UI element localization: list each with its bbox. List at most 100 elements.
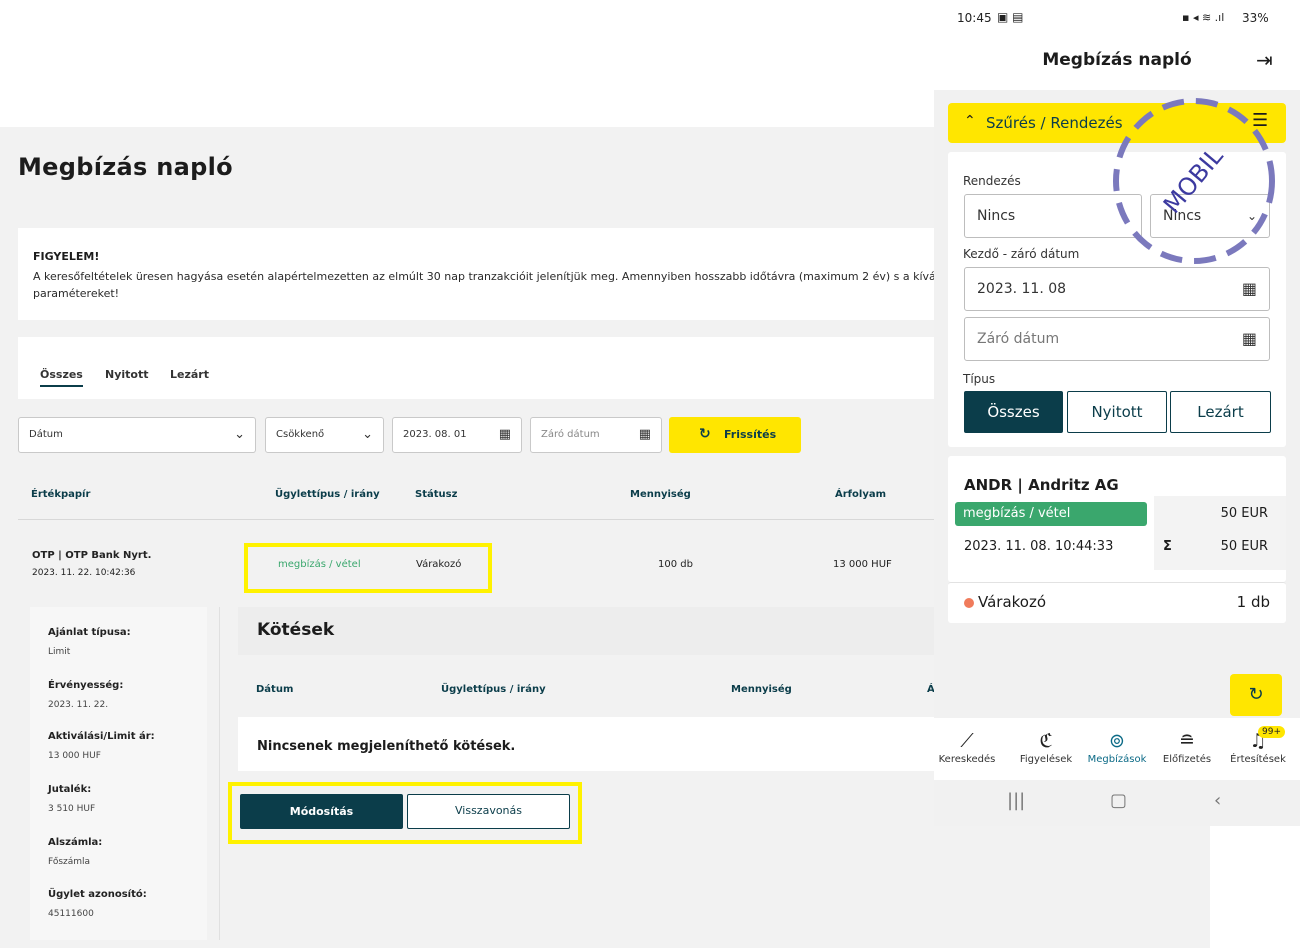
start-date-value: 2023. 08. 01 xyxy=(403,429,467,440)
divider xyxy=(219,607,220,940)
mobile-page-title: Megbízás napló xyxy=(1042,50,1192,70)
orders-icon: ⊚ xyxy=(1109,730,1125,752)
calendar-icon: ▦ xyxy=(1241,329,1257,348)
refresh-fab[interactable]: ↻ xyxy=(1230,674,1282,716)
sigma-symbol: Σ xyxy=(1163,539,1172,554)
tab-osszes[interactable]: Összes xyxy=(40,368,83,387)
mobile-end-date[interactable]: Záró dátum ▦ xyxy=(964,317,1270,361)
nav-elofizetes[interactable]: ≘ Előfizetés xyxy=(1151,728,1223,765)
end-date-placeholder: Záró dátum xyxy=(541,429,600,440)
app-header: Megbízás napló ⇥ xyxy=(934,36,1300,90)
notification-badge: 99+ xyxy=(1258,726,1285,738)
end-date-field[interactable]: Záró dátum ▦ xyxy=(530,417,662,453)
recent-apps-icon[interactable]: ||| xyxy=(1007,790,1025,811)
start-date-field[interactable]: 2023. 08. 01 ▦ xyxy=(392,417,522,453)
order-quantity: 1 db xyxy=(1236,593,1270,611)
tab-nyitott[interactable]: Nyitott xyxy=(105,368,148,381)
refresh-button[interactable]: ↻ Frissítés xyxy=(669,417,801,453)
mobil-stamp: MOBIL xyxy=(1113,98,1275,264)
detail-value: Limit xyxy=(48,647,71,657)
row-security: OTP | OTP Bank Nyrt. xyxy=(32,550,152,561)
sort-order-select[interactable]: Csökkenő ⌄ xyxy=(265,417,384,453)
nav-kereskedes[interactable]: ⟋ Kereskedés xyxy=(934,728,1003,765)
mobile-end-date-placeholder: Záró dátum xyxy=(977,331,1060,347)
detail-label: Ügylet azonosító: xyxy=(48,889,147,900)
detail-label: Aktiválási/Limit ár: xyxy=(48,731,155,742)
sort-field-value: Dátum xyxy=(29,429,63,440)
order-type-badge: megbízás / vétel xyxy=(955,502,1147,526)
col-header-type[interactable]: Ügylettípus / irány xyxy=(275,489,380,500)
trades-col-date: Dátum xyxy=(256,684,294,695)
mobile-start-date-value: 2023. 11. 08 xyxy=(977,281,1067,297)
refresh-icon: ↻ xyxy=(699,426,711,442)
col-header-security[interactable]: Értékpapír xyxy=(31,489,90,500)
detail-value: 3 510 HUF xyxy=(48,804,96,814)
detail-value: 2023. 11. 22. xyxy=(48,700,109,710)
detail-label: Ajánlat típusa: xyxy=(48,627,131,638)
segment-osszes[interactable]: Összes xyxy=(964,391,1063,433)
calendar-icon: ▦ xyxy=(1241,279,1257,298)
segment-nyitott[interactable]: Nyitott xyxy=(1067,391,1167,433)
order-name: ANDR | Andritz AG xyxy=(964,476,1119,494)
detail-value: Főszámla xyxy=(48,857,91,867)
highlight-box xyxy=(228,782,582,844)
order-status: Várakozó xyxy=(978,593,1047,611)
notice-text: A keresőfeltételek üresen hagyása esetén… xyxy=(33,270,948,300)
type-label: Típus xyxy=(963,372,996,386)
stamp-text: MOBIL xyxy=(1158,142,1229,219)
filter-label: Szűrés / Rendezés xyxy=(986,114,1123,132)
notice-title: FIGYELEM! xyxy=(33,250,100,263)
nav-label: Előfizetés xyxy=(1162,754,1212,765)
tab-lezart[interactable]: Lezárt xyxy=(170,368,209,381)
trades-col-type: Ügylettípus / irány xyxy=(441,684,546,695)
status-time: 10:45 xyxy=(957,11,992,25)
detail-value: 13 000 HUF xyxy=(48,751,101,761)
mobile-start-date[interactable]: 2023. 11. 08 ▦ xyxy=(964,267,1270,311)
nav-figyelesek[interactable]: ℭ Figyelések xyxy=(1010,728,1082,765)
nav-label: Figyelések xyxy=(1019,754,1073,765)
highlight-box xyxy=(244,543,492,593)
mobile-window: 10:45 ▣ ▤ ▪ ◂ ≋ .ıl 33% Megbízás napló ⇥… xyxy=(934,0,1300,826)
order-amount: 50 EUR xyxy=(1220,506,1268,521)
order-total: 50 EUR xyxy=(1220,539,1268,554)
order-timestamp: 2023. 11. 08. 10:44:33 xyxy=(964,539,1114,554)
status-bar: 10:45 ▣ ▤ ▪ ◂ ≋ .ıl 33% xyxy=(934,0,1300,36)
signal-icon: ▪ ◂ ≋ .ıl xyxy=(1182,11,1225,24)
refresh-icon: ↻ xyxy=(1248,684,1264,705)
calendar-icon[interactable]: ▦ xyxy=(639,427,651,442)
trades-title: Kötések xyxy=(257,620,335,640)
order-card[interactable]: ANDR | Andritz AG megbízás / vétel 50 EU… xyxy=(948,456,1286,582)
back-icon[interactable]: ‹ xyxy=(1214,790,1221,811)
col-header-price[interactable]: Árfolyam xyxy=(835,489,886,500)
sort-field-select[interactable]: Dátum ⌄ xyxy=(18,417,256,453)
calendar-icon[interactable]: ▦ xyxy=(499,427,511,442)
nav-label: Értesítések xyxy=(1230,754,1286,765)
trades-empty-text: Nincsenek megjeleníthető kötések. xyxy=(257,739,516,754)
date-label: Kezdő - záró dátum xyxy=(963,247,1080,261)
chevron-up-icon: ⌃ xyxy=(964,113,976,129)
row-timestamp: 2023. 11. 22. 10:42:36 xyxy=(32,568,136,578)
page-title: Megbízás napló xyxy=(18,153,233,181)
logout-icon[interactable]: ⇥ xyxy=(1256,48,1273,72)
sort-label: Rendezés xyxy=(963,174,1021,188)
home-icon[interactable]: ▢ xyxy=(1110,790,1127,811)
watch-icon: ℭ xyxy=(1039,730,1053,752)
order-status-row: Várakozó 1 db xyxy=(948,582,1286,623)
row-price: 13 000 HUF xyxy=(833,559,892,570)
detail-label: Jutalék: xyxy=(48,784,92,795)
detail-label: Alszámla: xyxy=(48,837,103,848)
segment-lezart[interactable]: Lezárt xyxy=(1170,391,1271,433)
sort-order-value: Csökkenő xyxy=(276,429,325,440)
detail-label: Érvényesség: xyxy=(48,680,124,691)
detail-value: 45111600 xyxy=(48,909,94,919)
col-header-status[interactable]: Státusz xyxy=(415,489,457,500)
nav-megbizasok[interactable]: ⊚ Megbízások xyxy=(1081,728,1153,765)
col-header-quantity[interactable]: Mennyiség xyxy=(630,489,691,500)
trades-col-quantity: Mennyiség xyxy=(731,684,792,695)
nav-label: Megbízások xyxy=(1087,754,1147,765)
chart-icon: ⟋ xyxy=(960,730,974,752)
nav-label: Kereskedés xyxy=(938,754,996,765)
row-quantity: 100 db xyxy=(658,559,693,570)
battery-level: 33% xyxy=(1242,11,1269,25)
chevron-down-icon: ⌄ xyxy=(362,427,373,442)
